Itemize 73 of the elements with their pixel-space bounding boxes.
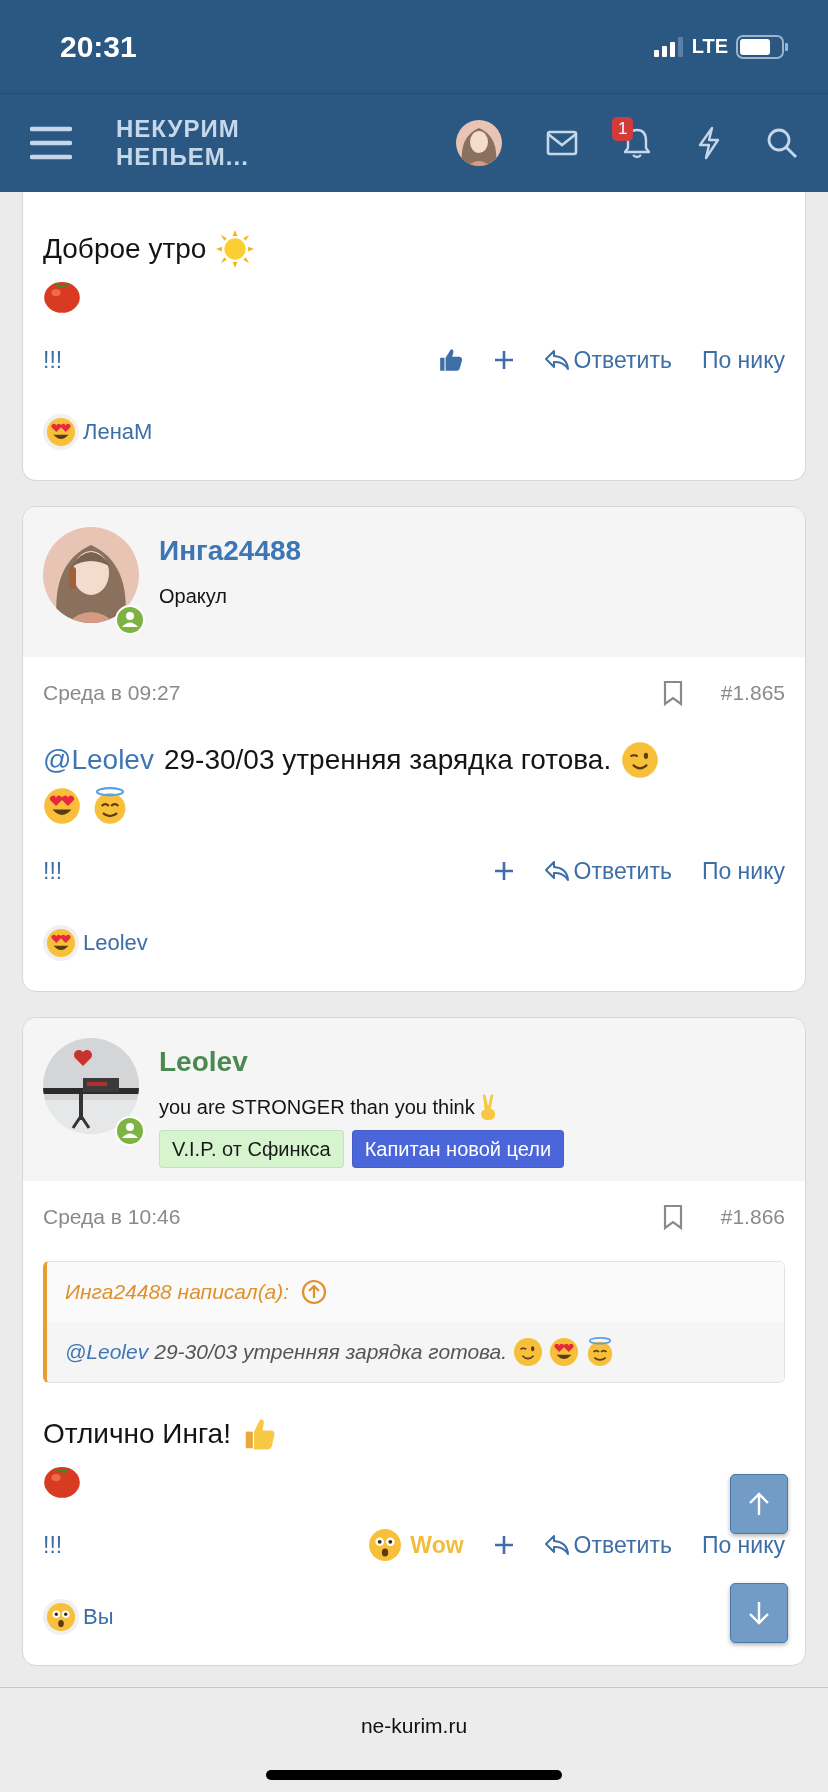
logo-text: НЕПЬЕМ...: [116, 143, 250, 171]
reply-button[interactable]: Ответить: [543, 346, 672, 374]
signal-icon: [653, 36, 686, 57]
report-link[interactable]: !!!: [43, 857, 63, 885]
reply-button[interactable]: Ответить: [543, 1531, 672, 1559]
winking-face-icon: [621, 741, 660, 779]
add-button[interactable]: [493, 350, 514, 370]
by-nick-link[interactable]: По нику: [701, 346, 785, 374]
user-tag: V.I.P. от Сфинкса: [159, 1130, 344, 1168]
winking-face-icon: [513, 1337, 544, 1367]
scroll-up-button[interactable]: [730, 1474, 788, 1534]
search-button[interactable]: [766, 127, 798, 159]
author-name[interactable]: Leolev: [159, 1044, 565, 1080]
bookmark-button[interactable]: [662, 680, 683, 706]
bookmark-icon: [662, 680, 683, 706]
bookmark-button[interactable]: [662, 1204, 683, 1230]
logo-text: НЕКУРИМ: [116, 115, 241, 143]
reply-button[interactable]: Ответить: [543, 857, 672, 885]
messages-button[interactable]: [546, 130, 578, 156]
reaction-user[interactable]: Leolev: [83, 930, 148, 956]
post-text: Отлично Инга!: [43, 1418, 231, 1450]
author-name[interactable]: Инга24488: [159, 533, 302, 569]
reply-icon: [543, 1533, 570, 1557]
reply-icon: [543, 348, 570, 372]
search-icon: [766, 127, 798, 159]
network-label: LTE: [691, 35, 728, 58]
post-number[interactable]: #1.865: [720, 677, 785, 709]
post-date: Среда в 09:27: [43, 680, 182, 706]
sun-icon: [216, 230, 255, 268]
by-nick-link[interactable]: По нику: [701, 1531, 785, 1559]
user-tag: Капитан новой цели: [351, 1130, 565, 1168]
heart-eyes-face-icon: [43, 787, 81, 825]
lightning-icon: [696, 126, 722, 160]
mention-link[interactable]: @Leolev: [43, 744, 154, 776]
envelope-icon: [546, 130, 578, 156]
plus-icon: [493, 1535, 514, 1555]
reaction-user[interactable]: Вы: [83, 1604, 114, 1630]
arrow-up-icon: [747, 1491, 771, 1517]
scroll-down-button[interactable]: [730, 1583, 788, 1643]
by-nick-link[interactable]: По нику: [701, 857, 785, 885]
user-title: Оракул: [159, 584, 227, 609]
status-time: 20:31: [60, 29, 138, 64]
mention-link[interactable]: @Leolev: [65, 1340, 149, 1364]
plus-icon: [493, 861, 514, 881]
arrow-down-icon: [747, 1600, 771, 1626]
astonished-face-icon: [368, 1528, 403, 1562]
report-link[interactable]: !!!: [43, 346, 63, 374]
report-link[interactable]: !!!: [43, 1531, 63, 1559]
post-number[interactable]: #1.866: [720, 1201, 785, 1233]
post-text: Доброе утро: [43, 233, 207, 265]
plus-icon: [493, 350, 514, 370]
bookmark-icon: [662, 1204, 683, 1230]
astonished-face-icon: [46, 1602, 76, 1632]
post-date: Среда в 10:46: [43, 1204, 182, 1230]
post-text: 29-30/03 утренняя зарядка готова.: [163, 744, 612, 776]
heart-eyes-face-icon: [46, 417, 76, 447]
reaction-user[interactable]: ЛенаМ: [83, 419, 153, 445]
battery-icon: [736, 34, 788, 59]
heart-eyes-face-icon: [549, 1337, 580, 1367]
menu-icon: [30, 125, 72, 161]
like-button[interactable]: [437, 347, 464, 373]
thumbs-up-icon: [437, 347, 464, 373]
add-button[interactable]: [493, 861, 514, 881]
post-text: 29-30/03 утренняя зарядка готова.: [154, 1340, 508, 1364]
user-title: you are STRONGER than you think: [159, 1095, 475, 1120]
heart-eyes-face-icon: [46, 928, 76, 958]
activity-button[interactable]: [696, 126, 722, 160]
add-button[interactable]: [493, 1535, 514, 1555]
page-url: ne-kurim.ru: [360, 1714, 468, 1738]
account-button[interactable]: [456, 120, 502, 166]
reply-icon: [543, 859, 570, 883]
menu-button[interactable]: [30, 125, 72, 161]
notification-badge: 1: [612, 117, 634, 141]
